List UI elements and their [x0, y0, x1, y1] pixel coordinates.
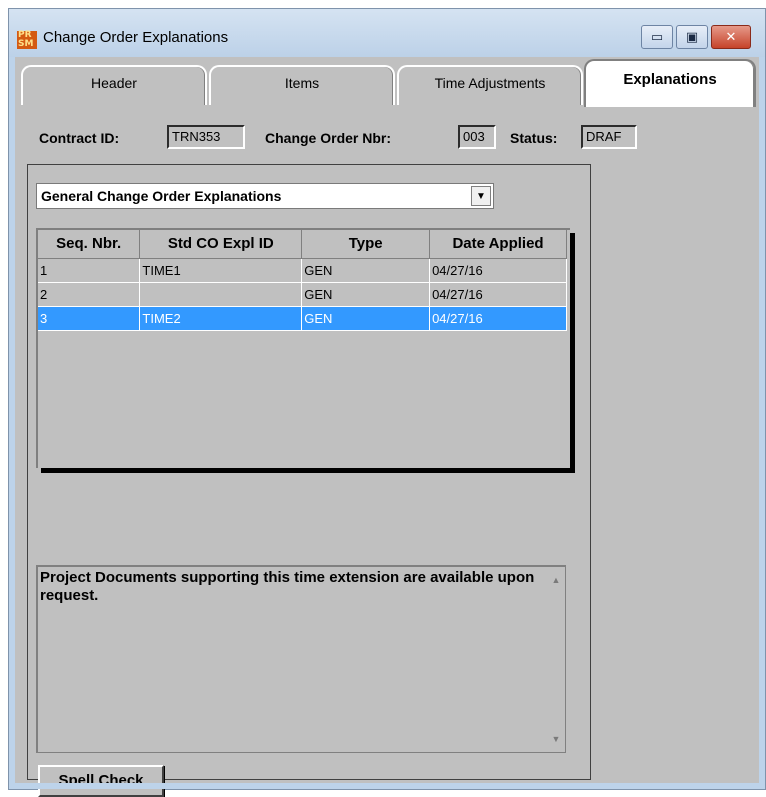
explanation-type-select[interactable]: General Change Order Explanations ▼ [36, 183, 494, 209]
tab-explanations[interactable]: Explanations [584, 59, 756, 107]
date-cell[interactable]: 04/27/16 [429, 258, 567, 283]
contract-id-field: TRN353 [167, 125, 245, 149]
column-header-seq-nbr[interactable]: Seq. Nbr. [38, 230, 141, 259]
client-area: Header Items Time Adjustments Explanatio… [15, 57, 759, 797]
type-cell[interactable]: GEN [301, 306, 431, 331]
close-icon: ✕ [725, 29, 737, 45]
table-row[interactable]: 1 TIME1 GEN 04/27/16 [38, 258, 567, 283]
scroll-down-icon[interactable]: ▼ [547, 730, 565, 748]
app-window: PR SM Change Order Explanations ▭ ▣ ✕ He… [8, 8, 766, 797]
explanation-type-value: General Change Order Explanations [41, 188, 282, 204]
tab-time-adjustments[interactable]: Time Adjustments [397, 65, 583, 105]
app-icon: PR SM [17, 31, 37, 49]
column-header-date-applied[interactable]: Date Applied [429, 230, 567, 259]
maximize-icon: ▣ [685, 29, 699, 45]
column-header-std-co-expl-id[interactable]: Std CO Expl ID [139, 230, 303, 259]
seq-cell[interactable]: 2 [38, 282, 141, 307]
column-header-type[interactable]: Type [301, 230, 431, 259]
date-cell[interactable]: 04/27/16 [429, 282, 567, 307]
contract-id-label: Contract ID: [39, 130, 120, 146]
tab-header[interactable]: Header [21, 65, 207, 105]
close-button[interactable]: ✕ [711, 25, 751, 49]
dropdown-arrow-icon[interactable]: ▼ [471, 186, 491, 206]
explanations-panel: General Change Order Explanations ▼ Seq.… [27, 164, 591, 797]
tab-items[interactable]: Items [209, 65, 395, 105]
type-cell[interactable]: GEN [301, 258, 431, 283]
date-cell[interactable]: 04/27/16 [429, 306, 567, 331]
type-cell[interactable]: GEN [301, 282, 431, 307]
spell-check-button[interactable]: Spell Check [38, 765, 164, 797]
minimize-button[interactable]: ▭ [641, 25, 673, 49]
seq-cell[interactable]: 1 [38, 258, 141, 283]
seq-cell[interactable]: 3 [38, 306, 141, 331]
expl-id-cell[interactable] [139, 282, 303, 307]
status-field: DRAF [581, 125, 637, 149]
explanation-text-area[interactable]: Project Documents supporting this time e… [36, 565, 566, 753]
explanation-text: Project Documents supporting this time e… [40, 569, 535, 604]
status-label: Status: [510, 130, 558, 146]
window-bottom-border [9, 783, 765, 789]
change-order-nbr-label: Change Order Nbr: [265, 130, 392, 146]
table-row[interactable]: 2 GEN 04/27/16 [38, 282, 567, 307]
expl-id-cell[interactable]: TIME2 [139, 306, 303, 331]
expl-id-cell[interactable]: TIME1 [139, 258, 303, 283]
maximize-button[interactable]: ▣ [676, 25, 708, 49]
vertical-scrollbar[interactable]: ▲ ▼ [547, 567, 565, 752]
tab-strip: Header Items Time Adjustments Explanatio… [21, 59, 756, 107]
window-title: Change Order Explanations [43, 29, 229, 46]
change-order-nbr-field: 003 [458, 125, 496, 149]
table-row-selected[interactable]: 3 TIME2 GEN 04/27/16 [38, 306, 567, 331]
explanations-grid: Seq. Nbr. Std CO Expl ID Type Date Appli… [36, 228, 570, 468]
scroll-up-icon[interactable]: ▲ [547, 571, 565, 589]
title-bar[interactable]: PR SM Change Order Explanations ▭ ▣ ✕ [9, 9, 765, 57]
minimize-icon: ▭ [650, 29, 664, 45]
